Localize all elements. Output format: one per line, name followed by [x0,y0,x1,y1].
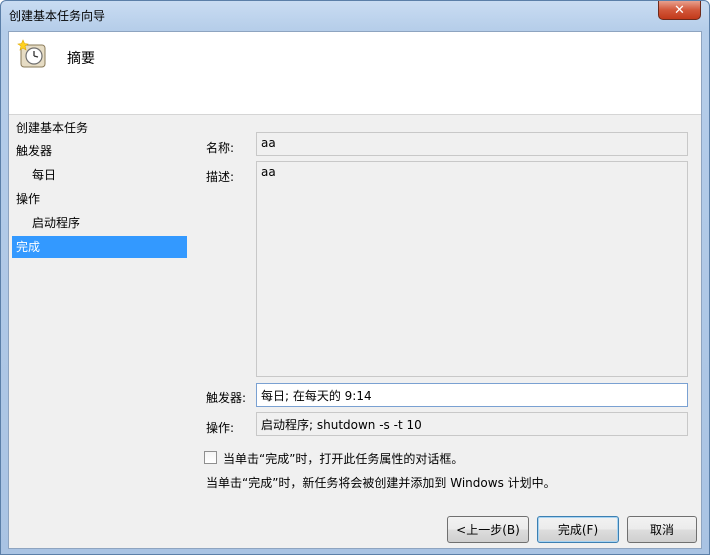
step-trigger[interactable]: 触发器 [12,140,187,162]
finish-info-text: 当单击“完成”时，新任务将会被创建并添加到 Windows 计划中。 [206,476,556,490]
step-create-basic-task[interactable]: 创建基本任务 [12,117,187,139]
action-label: 操作: [206,421,235,435]
open-properties-checkbox[interactable] [204,451,217,464]
wizard-client-area: 摘要 创建基本任务 触发器 每日 操作 启动程序 完成 名称: aa 描述: a… [8,31,702,549]
close-icon: ✕ [674,2,685,18]
step-daily[interactable]: 每日 [12,164,187,186]
step-action[interactable]: 操作 [12,188,187,210]
trigger-field[interactable]: 每日; 在每天的 9:14 [256,383,688,407]
clock-icon [17,39,46,68]
description-label: 描述: [206,170,235,184]
wizard-window: 创建基本任务向导 ✕ 摘要 创建基本任务 触发器 每日 操作 启动程序 完成 名… [0,0,710,555]
title-bar[interactable]: 创建基本任务向导 ✕ [1,1,709,31]
window-title: 创建基本任务向导 [9,9,106,23]
finish-button[interactable]: 完成(F) [537,516,619,543]
action-field[interactable]: 启动程序; shutdown -s -t 10 [256,412,688,436]
step-finish[interactable]: 完成 [12,236,187,258]
wizard-step-list: 创建基本任务 触发器 每日 操作 启动程序 完成 [9,115,189,535]
cancel-button[interactable]: 取消 [627,516,697,543]
step-start-program[interactable]: 启动程序 [12,212,187,234]
description-field[interactable]: aa [256,161,688,377]
back-button[interactable]: <上一步(B) [447,516,529,543]
trigger-label: 触发器: [206,391,247,405]
open-properties-label[interactable]: 当单击“完成”时，打开此任务属性的对话框。 [223,450,463,467]
close-button[interactable]: ✕ [658,1,701,20]
name-label: 名称: [206,141,235,155]
name-field[interactable]: aa [256,132,688,156]
page-title: 摘要 [67,51,95,67]
wizard-header: 摘要 [9,32,701,115]
